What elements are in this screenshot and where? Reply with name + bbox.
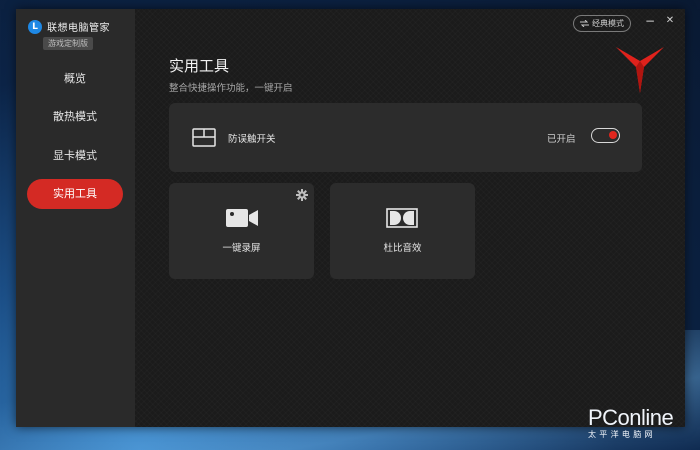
- video-camera-icon: [226, 209, 258, 227]
- page-title: 实用工具: [169, 57, 230, 75]
- sidebar-item-utilities[interactable]: 实用工具: [27, 179, 123, 209]
- touchpad-icon: [192, 128, 216, 147]
- sidebar: L 联想电脑管家 游戏定制版 概览 散热模式 显卡模式 实用工具: [16, 9, 135, 427]
- app-window: L 联想电脑管家 游戏定制版 概览 散热模式 显卡模式 实用工具 经典模式 − …: [16, 9, 685, 427]
- sidebar-item-overview[interactable]: 概览: [27, 64, 123, 94]
- page-subtitle: 整合快捷操作功能，一键开启: [169, 83, 293, 94]
- minimize-button[interactable]: −: [643, 14, 657, 28]
- sidebar-item-thermal-mode[interactable]: 散热模式: [27, 102, 123, 132]
- lenovo-logo-icon: L: [28, 19, 42, 34]
- app-name: 联想电脑管家: [47, 23, 110, 34]
- sidebar-item-gpu-mode[interactable]: 显卡模式: [27, 141, 123, 171]
- watermark-main: PConline: [588, 405, 674, 430]
- dolby-audio-label: 杜比音效: [383, 243, 422, 254]
- switch-arrows-icon: [580, 20, 589, 27]
- dolby-icon: [386, 208, 418, 228]
- dolby-audio-tile[interactable]: 杜比音效: [330, 183, 475, 279]
- toggle-knob: [609, 131, 617, 139]
- classic-mode-label: 经典模式: [592, 19, 624, 28]
- edition-badge: 游戏定制版: [43, 37, 93, 50]
- app-logo: L 联想电脑管家: [28, 19, 110, 34]
- screen-record-label: 一键录屏: [222, 243, 261, 254]
- close-button[interactable]: ✕: [663, 15, 677, 26]
- legion-y-logo-icon: [616, 47, 664, 93]
- main-panel: 经典模式 − ✕ 实用工具 整合快捷操作功能，一键开启 防误触开关 已开启 一键…: [135, 9, 685, 427]
- pconline-watermark: PConline 太平洋电脑网: [588, 405, 674, 440]
- touchpad-lock-toggle[interactable]: [591, 128, 620, 143]
- touchpad-lock-card: 防误触开关 已开启: [169, 103, 642, 172]
- screen-record-tile[interactable]: 一键录屏: [169, 183, 314, 279]
- touchpad-lock-label: 防误触开关: [228, 134, 276, 145]
- gear-icon[interactable]: [296, 189, 308, 201]
- classic-mode-button[interactable]: 经典模式: [573, 15, 631, 32]
- touchpad-lock-status: 已开启: [547, 134, 576, 145]
